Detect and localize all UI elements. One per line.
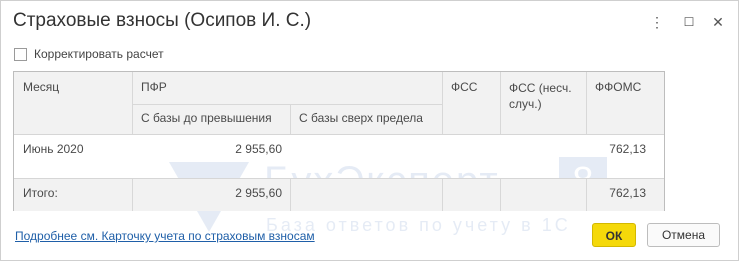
window-title: Страховые взносы (Осипов И. С.) [13,10,312,31]
total-pfr-below: 2 955,60 [235,186,282,200]
table-total-row: Итого: 2 955,60 762,13 [14,178,664,211]
cancel-button[interactable]: Отмена [647,223,720,247]
ok-button[interactable]: ОК [592,223,636,247]
table-row[interactable]: Июнь 2020 2 955,60 762,13 [14,134,664,164]
col-pfr-above-header[interactable]: С базы сверх предела [299,111,423,125]
col-ffoms-header[interactable]: ФФОМС [595,80,641,94]
adjust-calculation-option[interactable]: Корректировать расчет [14,45,164,63]
total-ffoms: 762,13 [609,186,646,200]
row-month: Июнь 2020 [23,142,84,156]
col-pfr-below-header[interactable]: С базы до превышения [141,111,272,125]
col-fss-accident-line2: случ.) [509,97,542,111]
col-pfr-header[interactable]: ПФР [141,80,167,94]
close-icon[interactable]: ✕ [707,12,729,32]
maximize-icon[interactable]: ☐ [678,12,700,32]
more-options-icon[interactable]: ⋮ [646,12,668,32]
title-bar: Страховые взносы (Осипов И. С.) ⋮ ☐ ✕ [1,1,738,43]
col-fss-accident-line1: ФСС (несч. [509,81,572,95]
adjust-calculation-label: Корректировать расчет [34,47,164,61]
contribution-card-link[interactable]: Подробнее см. Карточку учета по страховы… [15,229,315,243]
row-ffoms: 762,13 [609,142,646,156]
col-fss-header[interactable]: ФСС [451,80,477,94]
contributions-table: БухЭксперт 8 База ответов по учету в 1С … [13,71,665,235]
col-month-header[interactable]: Месяц [23,80,59,94]
adjust-calculation-checkbox[interactable] [14,47,27,61]
row-pfr-below: 2 955,60 [235,142,282,156]
table-header: Месяц ПФР С базы до превышения С базы св… [14,72,664,135]
col-fss-accident-header[interactable]: ФСС (несч. случ.) [509,80,572,112]
insurance-contributions-dialog: Страховые взносы (Осипов И. С.) ⋮ ☐ ✕ Ко… [0,0,739,261]
total-label: Итого: [23,186,58,200]
